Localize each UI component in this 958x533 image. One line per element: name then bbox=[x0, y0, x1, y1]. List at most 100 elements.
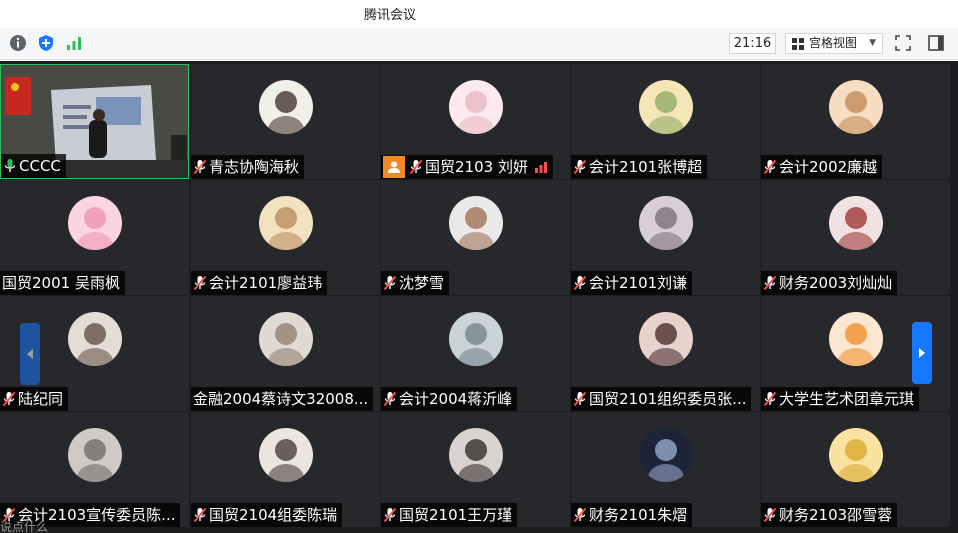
participant-name: 会计2101廖益玮 bbox=[209, 274, 323, 292]
participant-tile[interactable]: 国贸2101组织委员张... bbox=[571, 296, 760, 411]
avatar bbox=[639, 312, 693, 366]
avatar bbox=[639, 428, 693, 482]
participant-nameplate: 国贸2001 吴雨枫 bbox=[0, 271, 125, 295]
participant-name: 会计2004蒋沂峰 bbox=[399, 390, 513, 408]
avatar bbox=[639, 80, 693, 134]
network-signal-icon[interactable] bbox=[65, 34, 83, 52]
participant-tile[interactable]: 国贸2001 吴雨枫 bbox=[0, 180, 189, 295]
mic-muted-icon bbox=[383, 275, 397, 291]
participant-name: 金融2004蔡诗文32008... bbox=[193, 390, 369, 408]
chevron-left-icon bbox=[27, 349, 33, 359]
mic-muted-icon bbox=[2, 391, 16, 407]
host-user-icon bbox=[383, 156, 405, 178]
participant-tile[interactable]: 财务2101朱熠 bbox=[571, 412, 760, 527]
participant-tile[interactable]: 金融2004蔡诗文32008... bbox=[191, 296, 380, 411]
participant-nameplate: 青志协陶海秋 bbox=[191, 155, 305, 179]
participant-name: 国贸2001 吴雨枫 bbox=[2, 274, 120, 292]
mic-muted-icon bbox=[763, 275, 777, 291]
mic-active-icon bbox=[4, 159, 16, 172]
fullscreen-icon[interactable] bbox=[894, 34, 912, 52]
participant-name: 会计2002廉越 bbox=[779, 158, 878, 176]
window-title: 腾讯会议 bbox=[364, 8, 417, 23]
participant-tile[interactable]: 沈梦雪 bbox=[381, 180, 570, 295]
avatar bbox=[449, 80, 503, 134]
mic-muted-icon bbox=[193, 159, 207, 175]
participant-tile[interactable]: 财务2003刘灿灿 bbox=[761, 180, 950, 295]
participant-nameplate: 会计2101廖益玮 bbox=[191, 271, 328, 295]
avatar bbox=[829, 312, 883, 366]
sidebar-toggle-icon[interactable] bbox=[927, 34, 945, 52]
participant-nameplate: 财务2003刘灿灿 bbox=[761, 271, 898, 295]
title-bar: 腾讯会议 bbox=[0, 0, 958, 28]
avatar bbox=[829, 196, 883, 250]
avatar bbox=[68, 312, 122, 366]
participant-tile[interactable]: 国贸2101王万瑾 bbox=[381, 412, 570, 527]
participant-nameplate: 金融2004蔡诗文32008... bbox=[191, 387, 374, 411]
participant-nameplate: 大学生艺术团章元琪 bbox=[761, 387, 920, 411]
avatar bbox=[449, 196, 503, 250]
next-page-button[interactable] bbox=[912, 322, 932, 384]
participant-name: 国贸2101组织委员张... bbox=[589, 390, 747, 408]
participant-tile[interactable]: 财务2103邵雪蓉 bbox=[761, 412, 950, 527]
meeting-timer: 21:16 bbox=[729, 33, 776, 54]
participant-name: 会计2101刘谦 bbox=[589, 274, 688, 292]
participant-tile[interactable]: CCCC bbox=[0, 64, 189, 179]
participant-nameplate: 会计2002廉越 bbox=[761, 155, 883, 179]
participant-nameplate: 会计2004蒋沂峰 bbox=[381, 387, 518, 411]
avatar bbox=[259, 196, 313, 250]
avatar bbox=[449, 312, 503, 366]
view-mode-dropdown[interactable]: 宫格视图 ▼ bbox=[785, 33, 883, 54]
participant-name: 国贸2103 刘妍 bbox=[425, 158, 528, 176]
participant-tile[interactable]: 会计2101刘谦 bbox=[571, 180, 760, 295]
participant-tile[interactable]: 青志协陶海秋 bbox=[191, 64, 380, 179]
avatar bbox=[639, 196, 693, 250]
participant-name: 国贸2104组委陈瑞 bbox=[209, 506, 338, 524]
chat-input-hint[interactable]: 说点什么 bbox=[0, 521, 180, 533]
mic-muted-icon bbox=[383, 391, 397, 407]
prev-page-button[interactable] bbox=[20, 323, 40, 385]
participant-name: 大学生艺术团章元琪 bbox=[779, 390, 915, 408]
video-grid: CCCC 青志协陶海秋 国贸2103 刘妍 会计2101张博超 会计2002廉越国贸20… bbox=[0, 61, 958, 533]
participant-tile[interactable]: 会计2004蒋沂峰 bbox=[381, 296, 570, 411]
mic-muted-icon bbox=[409, 159, 423, 175]
avatar bbox=[259, 80, 313, 134]
participant-tile[interactable]: 会计2101张博超 bbox=[571, 64, 760, 179]
participant-name: 青志协陶海秋 bbox=[209, 158, 300, 176]
participant-nameplate: 沈梦雪 bbox=[381, 271, 450, 295]
participant-nameplate: 陆纪同 bbox=[0, 387, 69, 411]
participant-name: CCCC bbox=[19, 157, 61, 175]
mic-muted-icon bbox=[763, 391, 777, 407]
participant-name: 财务2003刘灿灿 bbox=[779, 274, 893, 292]
avatar bbox=[68, 428, 122, 482]
avatar bbox=[449, 428, 503, 482]
avatar bbox=[829, 428, 883, 482]
info-icon[interactable] bbox=[9, 34, 27, 52]
participant-nameplate: 国贸2104组委陈瑞 bbox=[191, 503, 343, 527]
mic-muted-icon bbox=[573, 507, 587, 523]
participant-nameplate: 财务2103邵雪蓉 bbox=[761, 503, 898, 527]
mic-muted-icon bbox=[383, 507, 397, 523]
participant-tile[interactable]: 会计2101廖益玮 bbox=[191, 180, 380, 295]
participant-tile[interactable]: 国贸2103 刘妍 bbox=[381, 64, 570, 179]
participant-nameplate: 财务2101朱熠 bbox=[571, 503, 693, 527]
participant-nameplate: 会计2101张博超 bbox=[571, 155, 708, 179]
participant-nameplate: 国贸2103 刘妍 bbox=[381, 155, 553, 179]
participant-name: 国贸2101王万瑾 bbox=[399, 506, 513, 524]
mic-muted-icon bbox=[573, 391, 587, 407]
chevron-down-icon: ▼ bbox=[869, 38, 876, 48]
avatar bbox=[259, 428, 313, 482]
avatar bbox=[829, 80, 883, 134]
mic-muted-icon bbox=[193, 275, 207, 291]
participant-tile[interactable]: 国贸2104组委陈瑞 bbox=[191, 412, 380, 527]
meeting-toolbar: 21:16 宫格视图 ▼ bbox=[0, 28, 958, 60]
participant-name: 陆纪同 bbox=[18, 390, 64, 408]
participant-name: 财务2101朱熠 bbox=[589, 506, 688, 524]
participant-nameplate: 国贸2101组织委员张... bbox=[571, 387, 752, 411]
participant-tile[interactable]: 会计2103宣传委员陈... bbox=[0, 412, 189, 527]
participant-nameplate: 会计2101刘谦 bbox=[571, 271, 693, 295]
security-shield-icon[interactable] bbox=[37, 34, 55, 52]
chevron-right-icon bbox=[919, 348, 925, 358]
avatar bbox=[68, 196, 122, 250]
participant-tile[interactable]: 会计2002廉越 bbox=[761, 64, 950, 179]
participant-name: 沈梦雪 bbox=[399, 274, 445, 292]
